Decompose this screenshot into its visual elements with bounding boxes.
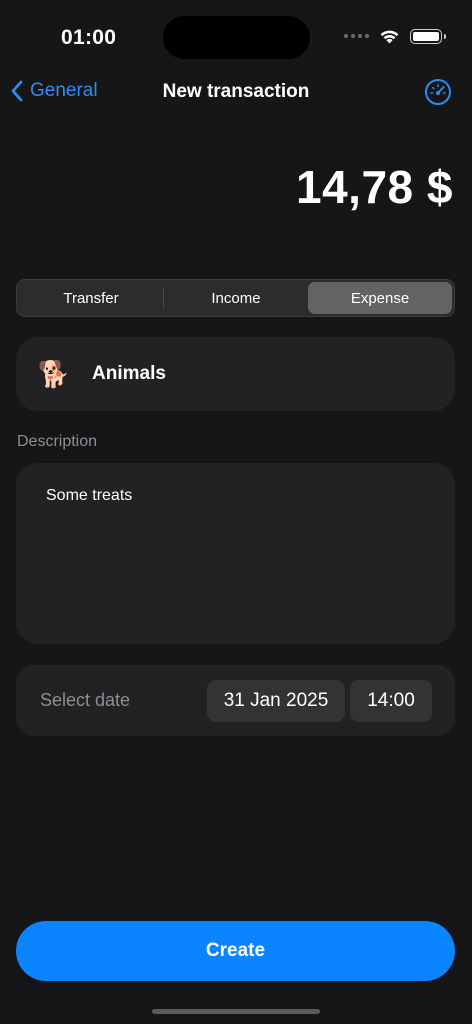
home-indicator bbox=[152, 1009, 320, 1014]
description-label: Description bbox=[17, 433, 98, 450]
page-title: New transaction bbox=[162, 81, 310, 102]
date-picker-button[interactable]: 31 Jan 2025 bbox=[207, 680, 345, 722]
dynamic-island bbox=[163, 16, 310, 59]
category-label: Animals bbox=[92, 363, 166, 384]
transaction-type-selector: Transfer Income Expense bbox=[16, 279, 455, 317]
category-selector[interactable]: 🐕 Animals bbox=[16, 337, 455, 411]
status-bar: 01:00 bbox=[0, 0, 472, 70]
wifi-icon bbox=[380, 30, 399, 44]
battery-icon bbox=[410, 28, 446, 44]
time-picker-button[interactable]: 14:00 bbox=[350, 680, 432, 722]
status-icons bbox=[344, 28, 446, 44]
status-time: 01:00 bbox=[61, 26, 117, 49]
segment-transfer[interactable]: Transfer bbox=[19, 282, 163, 314]
date-selector: Select date 31 Jan 2025 14:00 bbox=[16, 665, 455, 736]
segment-expense[interactable]: Expense bbox=[308, 282, 452, 314]
transaction-amount[interactable]: 14,78 $ bbox=[296, 160, 453, 214]
speedometer-icon bbox=[425, 79, 451, 105]
description-field[interactable]: Some treats bbox=[16, 463, 455, 644]
segment-income[interactable]: Income bbox=[164, 282, 308, 314]
navigation-bar: General New transaction bbox=[0, 70, 472, 114]
cellular-signal-icon bbox=[344, 34, 369, 38]
create-button[interactable]: Create bbox=[16, 921, 455, 981]
select-date-label: Select date bbox=[40, 690, 131, 710]
dog-icon: 🐕 bbox=[37, 358, 71, 389]
speedometer-button[interactable] bbox=[424, 78, 452, 106]
